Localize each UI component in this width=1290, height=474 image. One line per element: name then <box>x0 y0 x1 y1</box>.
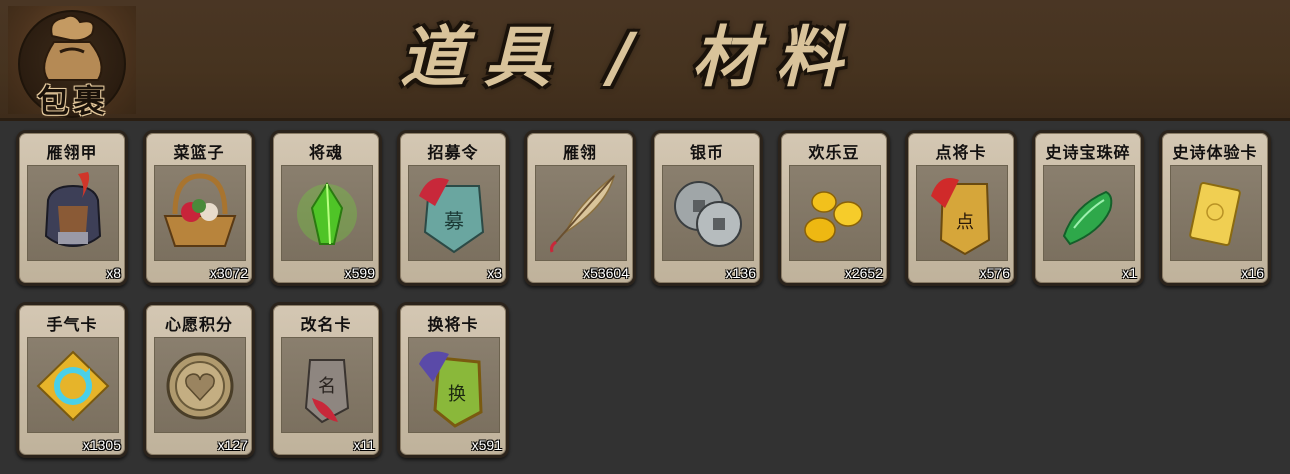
item-image <box>27 337 119 433</box>
item-count: x16 <box>1241 265 1264 281</box>
item-image: 募 <box>408 165 500 261</box>
item-count: x8 <box>106 265 121 281</box>
basket-icon <box>163 173 237 247</box>
item-image <box>281 165 373 261</box>
item-image <box>1170 165 1262 261</box>
item-count: x599 <box>344 265 375 281</box>
item-card[interactable]: 点将卡 点 x576 <box>905 130 1017 286</box>
item-name: 点将卡 <box>935 143 987 162</box>
item-name: 招募令 <box>427 143 479 162</box>
item-image <box>154 337 246 433</box>
svg-text:点: 点 <box>956 212 974 233</box>
item-name: 换将卡 <box>427 315 479 334</box>
item-name: 菜篮子 <box>173 143 225 162</box>
bag-badge[interactable]: 包裹 <box>8 6 136 120</box>
item-image <box>27 165 119 261</box>
item-name: 雁翎甲 <box>46 143 98 162</box>
item-image <box>154 165 246 261</box>
jade-shard-icon <box>1062 190 1113 246</box>
recruit-token-icon: 募 <box>419 178 485 254</box>
heart-coin-icon <box>166 352 234 420</box>
item-card[interactable]: 史诗宝珠碎 x1 <box>1032 130 1144 286</box>
item-card[interactable]: 改名卡 名 x11 <box>270 302 382 458</box>
swap-general-icon: 换 <box>419 351 483 428</box>
item-image <box>789 165 881 261</box>
item-count: x53604 <box>583 265 629 281</box>
gold-beans-icon <box>804 191 863 243</box>
item-card[interactable]: 将魂 x599 <box>270 130 382 286</box>
item-count: x136 <box>725 265 756 281</box>
item-card[interactable]: 欢乐豆 x2652 <box>778 130 890 286</box>
item-image <box>1043 165 1135 261</box>
item-image: 点 <box>916 165 1008 261</box>
item-card[interactable]: 心愿积分 x127 <box>143 302 255 458</box>
item-grid: 雁翎甲 x8 菜篮子 x3072 将魂 x599 招募令 募 x3 雁翎 x53… <box>16 130 1280 470</box>
inventory-header: 包裹 道具 / 材料 <box>0 0 1290 121</box>
item-count: x591 <box>471 437 502 453</box>
item-count: x3072 <box>209 265 248 281</box>
item-count: x1 <box>1122 265 1137 281</box>
item-card[interactable]: 招募令 募 x3 <box>397 130 509 286</box>
item-card[interactable]: 雁翎甲 x8 <box>16 130 128 286</box>
item-card[interactable]: 史诗体验卡 x16 <box>1159 130 1271 286</box>
item-count: x2652 <box>844 265 883 281</box>
item-count: x3 <box>487 265 502 281</box>
silver-coin-icon <box>674 181 742 247</box>
svg-text:募: 募 <box>444 209 464 233</box>
item-image: 换 <box>408 337 500 433</box>
item-name: 雁翎 <box>562 143 597 162</box>
item-name: 银币 <box>689 143 724 162</box>
item-name: 史诗体验卡 <box>1172 143 1258 162</box>
item-name: 改名卡 <box>300 315 352 334</box>
armor-icon <box>44 172 102 248</box>
item-count: x11 <box>353 437 375 453</box>
svg-text:换: 换 <box>448 384 466 405</box>
gold-card-icon <box>1189 182 1241 246</box>
green-crystal-icon <box>297 182 357 245</box>
rename-card-icon: 名 <box>304 359 350 424</box>
item-image: 名 <box>281 337 373 433</box>
item-card[interactable]: 银币 x136 <box>651 130 763 286</box>
item-card[interactable]: 手气卡 x1305 <box>16 302 128 458</box>
luck-card-icon <box>36 350 110 422</box>
item-image <box>535 165 627 261</box>
item-card[interactable]: 雁翎 x53604 <box>524 130 636 286</box>
item-name: 将魂 <box>308 143 343 162</box>
feather-icon <box>550 174 616 253</box>
item-card[interactable]: 换将卡 换 x591 <box>397 302 509 458</box>
item-image <box>662 165 754 261</box>
page-title: 道具 / 材料 <box>400 19 861 96</box>
item-count: x576 <box>979 265 1010 281</box>
item-name: 欢乐豆 <box>808 143 860 162</box>
item-count: x1305 <box>82 437 121 453</box>
general-card-icon: 点 <box>931 178 991 256</box>
svg-text:名: 名 <box>318 376 336 397</box>
item-count: x127 <box>217 437 248 453</box>
item-name: 手气卡 <box>46 315 98 334</box>
item-card[interactable]: 菜篮子 x3072 <box>143 130 255 286</box>
bag-label: 包裹 <box>36 82 109 120</box>
item-name: 史诗宝珠碎 <box>1045 143 1131 162</box>
item-name: 心愿积分 <box>164 315 233 334</box>
